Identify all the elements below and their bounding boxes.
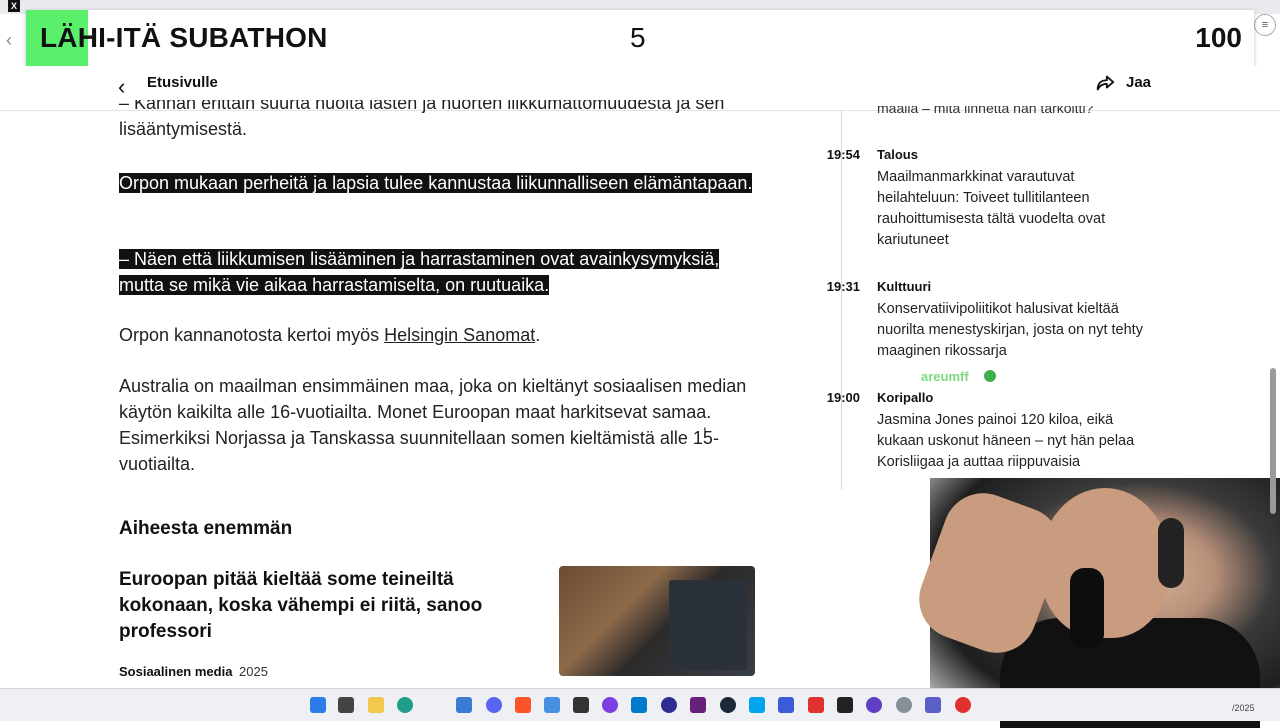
start-icon[interactable] <box>310 697 326 713</box>
feed-item[interactable]: 19:00 Koripallo Jasmina Jones painoi 120… <box>820 390 1134 480</box>
teams-icon[interactable] <box>925 697 941 713</box>
related-article-title[interactable]: Euroopan pitää kieltää some teineiltä ko… <box>119 567 539 645</box>
app-icon[interactable] <box>866 697 882 713</box>
related-article-thumbnail[interactable] <box>559 566 755 676</box>
related-section-heading: Aiheesta enemmän <box>119 518 293 539</box>
brave-icon[interactable] <box>515 697 531 713</box>
windows-taskbar: /2025 <box>0 688 1280 721</box>
highlighted-quote: Orpon mukaan perheitä ja lapsia tulee ka… <box>119 170 753 196</box>
emote-icon <box>984 370 996 382</box>
related-article-year: 2025 <box>239 664 268 679</box>
visual-studio-icon[interactable] <box>690 697 706 713</box>
task-view-icon[interactable] <box>338 697 354 713</box>
browser-back-icon[interactable]: ‹ <box>6 30 12 51</box>
feed-time: 19:00 <box>826 390 860 405</box>
x-logo-icon: X <box>8 0 20 12</box>
article-paragraph: Orpon kannanotosta kertoi myös Helsingin… <box>119 322 540 348</box>
app-icon[interactable] <box>837 697 853 713</box>
feed-time: 19:54 <box>826 147 860 162</box>
highlighted-quote: – Näen että liikkumisen lisääminen ja ha… <box>119 246 759 298</box>
headphones-icon <box>1158 518 1184 588</box>
app-icon[interactable] <box>749 697 765 713</box>
app-icon[interactable] <box>661 697 677 713</box>
steam-icon[interactable] <box>720 697 736 713</box>
feed-item[interactable]: 19:54 Talous Maailmanmarkkinat varautuva… <box>820 147 1120 267</box>
feed-headline[interactable]: Jasmina Jones painoi 120 kiloa, eikä kuk… <box>877 410 1147 473</box>
feed-headline[interactable]: Konservatiivipoliitikot halusivat kieltä… <box>877 299 1147 362</box>
notes-icon[interactable] <box>544 697 560 713</box>
file-explorer-icon[interactable] <box>368 697 384 713</box>
source-prefix: Orpon kannanotosta kertoi myös <box>119 325 385 345</box>
feed-time: 19:31 <box>826 279 860 294</box>
settings-icon[interactable] <box>896 697 912 713</box>
app-icon[interactable] <box>456 697 472 713</box>
article-paragraph: Australia on maailman ensimmäinen maa, j… <box>119 376 747 474</box>
feed-category: Kulttuuri <box>877 279 932 294</box>
vscode-icon[interactable] <box>631 697 647 713</box>
related-article-category[interactable]: Sosiaalinen media <box>119 664 232 679</box>
taskbar-clock: /2025 <box>1232 703 1255 713</box>
share-icon[interactable] <box>1094 72 1116 94</box>
overlay-goal: 100 <box>1195 22 1242 53</box>
edge-icon[interactable] <box>397 697 413 713</box>
highlight-text: – Näen että liikkumisen lisääminen ja ha… <box>119 249 720 295</box>
feed-item[interactable]: 19:31 Kulttuuri Konservatiivipoliitikot … <box>820 279 1143 369</box>
helsingin-sanomat-link[interactable]: Helsingin Sanomat <box>384 325 535 345</box>
obs-icon[interactable] <box>602 697 618 713</box>
chat-username-tag: areumff <box>921 369 969 384</box>
discord-icon[interactable] <box>486 697 502 713</box>
overlay-counter: 5 <box>630 22 646 53</box>
feed-category: Talous <box>877 147 918 162</box>
chevron-left-icon[interactable]: ‹ <box>118 74 125 100</box>
app-icon[interactable] <box>955 697 971 713</box>
highlight-text: Orpon mukaan perheitä ja lapsia tulee ka… <box>119 173 753 193</box>
streamer-webcam <box>907 478 1280 728</box>
laptop-screen-image <box>669 580 747 670</box>
overlay-title: LÄHI-ITÄ SUBATHON <box>40 22 328 53</box>
source-suffix: . <box>535 325 541 345</box>
save-icon[interactable] <box>778 697 794 713</box>
app-icon[interactable] <box>808 697 824 713</box>
text-cursor-icon: I <box>703 424 707 440</box>
share-button[interactable]: Jaa <box>1126 74 1151 91</box>
subathon-overlay: LÄHI-ITÄ SUBATHON 5 100 <box>26 10 1254 66</box>
browser-menu-icon[interactable]: ≡ <box>1254 14 1276 36</box>
streamer-head <box>1040 488 1170 638</box>
feed-headline[interactable]: Maailmanmarkkinat varautuvat heilahteluu… <box>877 167 1147 251</box>
feed-category: Koripallo <box>877 390 934 405</box>
microphone-icon <box>1070 568 1104 648</box>
back-to-frontpage-link[interactable]: Etusivulle <box>147 74 218 91</box>
page-scrollbar[interactable] <box>1270 368 1276 514</box>
browser-side-controls: ≡ <box>1254 14 1276 40</box>
terminal-icon[interactable] <box>573 697 589 713</box>
